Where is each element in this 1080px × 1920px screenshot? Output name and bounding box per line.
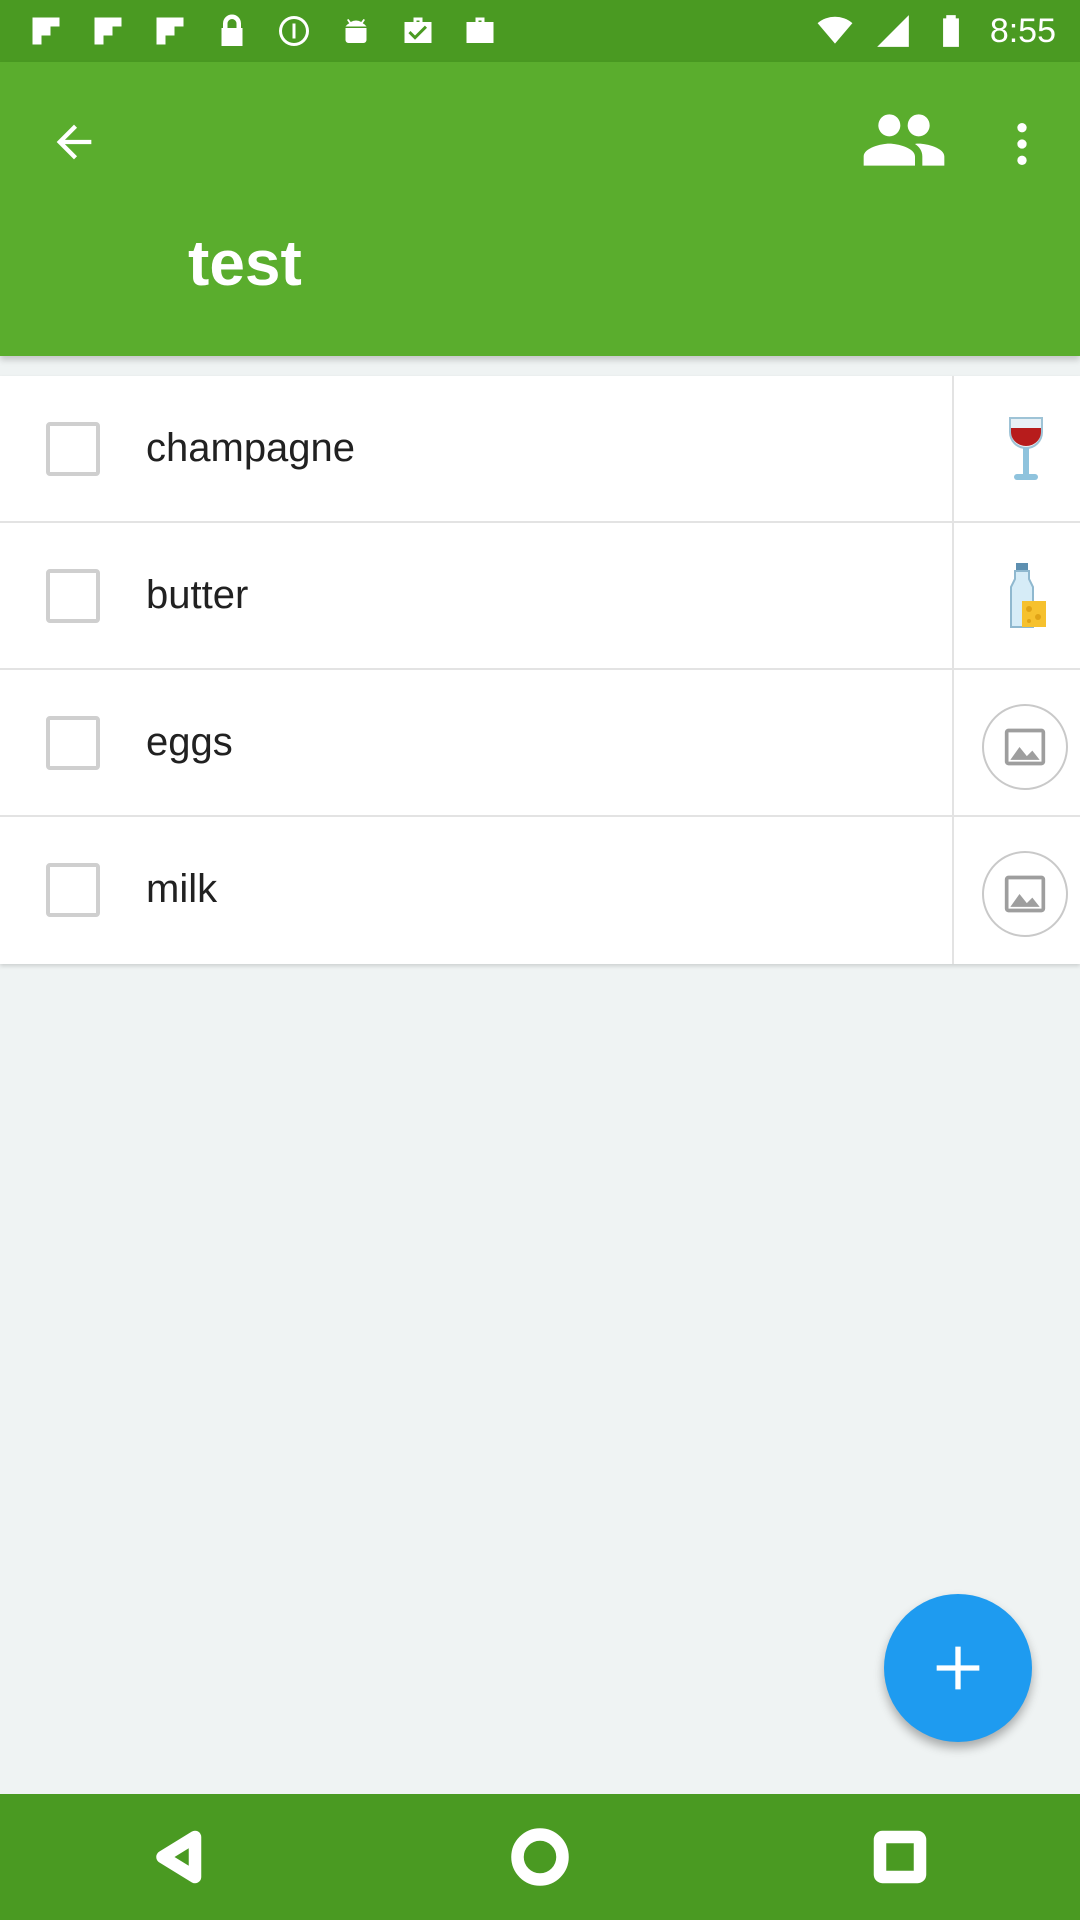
- more-options-button[interactable]: [990, 102, 1054, 186]
- flipboard-icon: [32, 17, 60, 45]
- item-image-button[interactable]: [982, 704, 1068, 790]
- shopping-list: champagne butter eggs milk: [0, 376, 1080, 964]
- nav-back-button[interactable]: [140, 1817, 220, 1897]
- item-label: eggs: [146, 720, 233, 764]
- milk-cheese-icon: [1010, 563, 1046, 628]
- status-time: 8:55: [989, 11, 1056, 50]
- row-divider: [952, 670, 954, 815]
- list-item[interactable]: butter: [0, 523, 1080, 670]
- list-item[interactable]: milk: [0, 817, 1080, 964]
- item-image-button[interactable]: [982, 406, 1070, 494]
- page-title: test: [188, 227, 302, 299]
- list-item[interactable]: eggs: [0, 670, 1080, 817]
- item-label: champagne: [146, 426, 356, 470]
- people-icon: [863, 114, 945, 166]
- row-divider: [952, 817, 954, 964]
- app-bar: test: [0, 62, 1080, 356]
- system-icons: 8:55: [816, 12, 1056, 51]
- signal-icon: [876, 15, 909, 47]
- system-nav-bar: [0, 1794, 1080, 1920]
- briefcase-check-icon: [404, 17, 432, 43]
- plus-icon: [936, 1646, 980, 1690]
- back-button[interactable]: [40, 108, 108, 176]
- item-checkbox[interactable]: [46, 569, 100, 623]
- nav-home-button[interactable]: [500, 1817, 580, 1897]
- nav-back-icon: [156, 1830, 202, 1884]
- nav-home-icon: [511, 1828, 569, 1886]
- status-bar: 8:55: [0, 0, 1080, 62]
- more-vert-icon: [1017, 123, 1027, 165]
- item-image-button[interactable]: [982, 851, 1068, 937]
- item-checkbox[interactable]: [46, 863, 100, 917]
- add-item-button[interactable]: [884, 1594, 1032, 1742]
- briefcase-icon: [466, 17, 494, 43]
- image-placeholder-icon: [1004, 728, 1046, 766]
- image-placeholder-icon: [1004, 875, 1046, 913]
- item-label: butter: [146, 573, 249, 617]
- row-divider: [952, 376, 954, 521]
- info-icon: [279, 16, 309, 46]
- android-icon: [345, 19, 367, 43]
- wine-glass-icon: [1009, 417, 1043, 480]
- item-image-button[interactable]: [982, 553, 1070, 641]
- battery-icon: [942, 15, 959, 47]
- row-divider: [952, 523, 954, 668]
- share-people-button[interactable]: [856, 98, 952, 182]
- notification-icons: [28, 13, 498, 49]
- arrow-back-icon: [56, 124, 92, 160]
- item-label: milk: [146, 867, 218, 911]
- flipboard-icon: [156, 17, 184, 45]
- item-checkbox[interactable]: [46, 422, 100, 476]
- nav-recents-button[interactable]: [860, 1817, 940, 1897]
- item-checkbox[interactable]: [46, 716, 100, 770]
- lock-icon: [221, 14, 243, 46]
- list-item[interactable]: champagne: [0, 376, 1080, 523]
- flipboard-icon: [94, 17, 122, 45]
- wifi-icon: [817, 16, 853, 44]
- nav-recents-icon: [873, 1830, 927, 1884]
